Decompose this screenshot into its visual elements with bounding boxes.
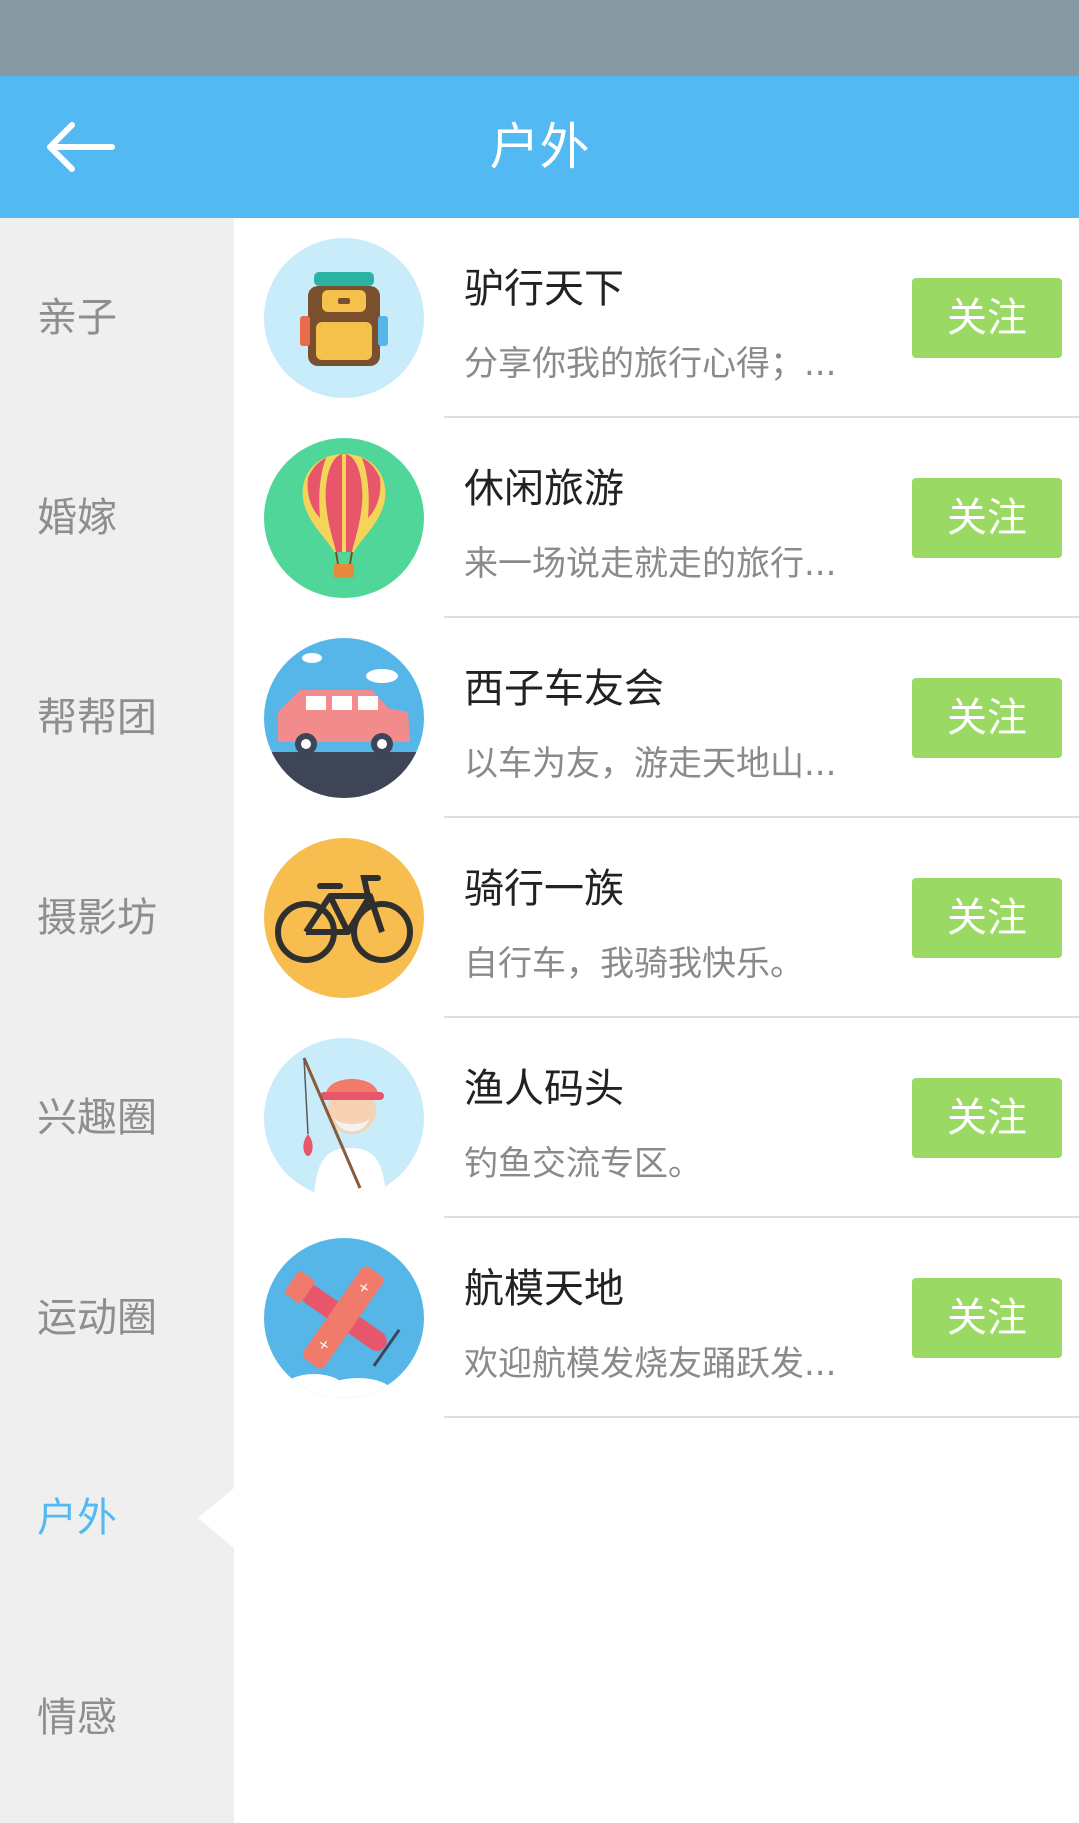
list-item[interactable]: + + 航模天地 欢迎航模发烧友踊跃发... 关注 — [234, 1218, 1079, 1418]
group-description: 钓鱼交流专区。 — [464, 1144, 702, 1184]
follow-button[interactable]: 关注 — [912, 1078, 1062, 1158]
sidebar-item-qinzi[interactable]: 亲子 — [0, 218, 234, 418]
group-description: 欢迎航模发烧友踊跃发... — [464, 1344, 837, 1384]
sidebar-item-label: 情感 — [37, 1695, 117, 1741]
sidebar-item-label: 帮帮团 — [37, 695, 157, 741]
car-icon — [264, 638, 424, 798]
arrow-left-icon — [47, 122, 115, 172]
list-item[interactable]: 西子车友会 以车为友，游走天地山... 关注 — [234, 618, 1079, 818]
sidebar-item-bangbangtuan[interactable]: 帮帮团 — [0, 618, 234, 818]
fisherman-icon — [264, 1038, 424, 1198]
follow-button[interactable]: 关注 — [912, 878, 1062, 958]
hot-air-balloon-icon — [264, 438, 424, 598]
bicycle-icon — [264, 838, 424, 998]
sidebar-item-huwai[interactable]: 户外 — [0, 1418, 234, 1618]
list-item[interactable]: 渔人码头 钓鱼交流专区。 关注 — [234, 1018, 1079, 1218]
group-description: 分享你我的旅行心得；... — [464, 344, 837, 384]
sidebar-item-qinggan[interactable]: 情感 — [0, 1618, 234, 1818]
backpack-icon — [264, 238, 424, 398]
model-airplane-icon: + + — [264, 1238, 424, 1398]
group-title: 休闲旅游 — [464, 466, 624, 512]
group-description: 以车为友，游走天地山... — [464, 744, 837, 784]
sidebar-item-yundongquan[interactable]: 运动圈 — [0, 1218, 234, 1418]
back-button[interactable] — [30, 106, 130, 188]
sidebar-item-label: 婚嫁 — [37, 495, 117, 541]
app-bar: 户外 — [0, 76, 1079, 218]
sidebar-item-label: 兴趣圈 — [37, 1095, 157, 1141]
divider — [444, 1416, 1079, 1418]
group-title: 渔人码头 — [464, 1066, 624, 1112]
group-title: 驴行天下 — [464, 266, 624, 312]
status-bar — [0, 0, 1079, 76]
sidebar-item-label: 亲子 — [37, 295, 117, 341]
group-description: 来一场说走就走的旅行... — [464, 544, 837, 584]
follow-button[interactable]: 关注 — [912, 678, 1062, 758]
group-description: 自行车，我骑我快乐。 — [464, 944, 804, 984]
group-title: 骑行一族 — [464, 866, 624, 912]
list-item[interactable]: 休闲旅游 来一场说走就走的旅行... 关注 — [234, 418, 1079, 618]
list-item[interactable]: 骑行一族 自行车，我骑我快乐。 关注 — [234, 818, 1079, 1018]
sidebar-item-hunjia[interactable]: 婚嫁 — [0, 418, 234, 618]
sidebar-item-label: 运动圈 — [37, 1295, 157, 1341]
follow-button[interactable]: 关注 — [912, 278, 1062, 358]
page-title: 户外 — [489, 118, 590, 176]
sidebar-item-label: 户外 — [37, 1495, 117, 1541]
sidebar-item-label: 摄影坊 — [37, 895, 157, 941]
sidebar-item-sheyingfang[interactable]: 摄影坊 — [0, 818, 234, 1018]
group-title: 西子车友会 — [464, 666, 664, 712]
follow-button[interactable]: 关注 — [912, 1278, 1062, 1358]
active-indicator — [198, 1488, 234, 1548]
category-sidebar: 亲子 婚嫁 帮帮团 摄影坊 兴趣圈 运动圈 户外 情感 — [0, 218, 234, 1823]
list-item[interactable]: 驴行天下 分享你我的旅行心得；... 关注 — [234, 218, 1079, 418]
group-title: 航模天地 — [464, 1266, 624, 1312]
sidebar-item-xingququan[interactable]: 兴趣圈 — [0, 1018, 234, 1218]
follow-button[interactable]: 关注 — [912, 478, 1062, 558]
